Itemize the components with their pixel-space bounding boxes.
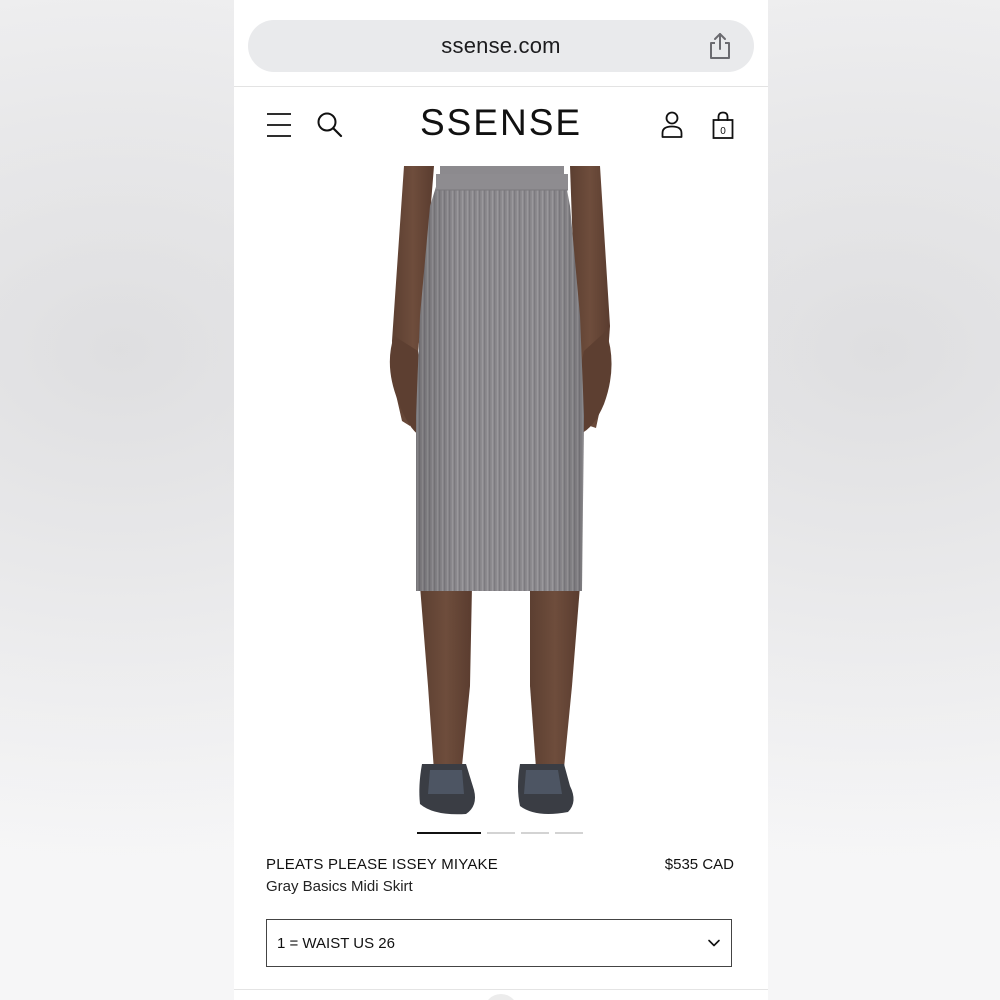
carousel-dot[interactable] (487, 832, 515, 834)
product-image[interactable] (234, 166, 768, 826)
product-name: Gray Basics Midi Skirt (266, 878, 413, 895)
site-header: SSENSE 0 (234, 87, 768, 165)
carousel-dot[interactable] (521, 832, 549, 834)
scroll-handle (484, 994, 518, 1000)
divider (234, 989, 768, 990)
address-bar[interactable]: ssense.com (248, 20, 754, 72)
browser-toolbar: ssense.com (234, 0, 768, 87)
share-icon[interactable] (706, 31, 734, 61)
size-selected-value: 1 = WAIST US 26 (277, 934, 395, 952)
shopping-bag-icon[interactable]: 0 (711, 110, 735, 140)
image-carousel-indicator[interactable] (417, 832, 583, 834)
mobile-browser-screen: ssense.com SSENSE 0 PLEATS PLEASE ISSEY … (234, 0, 768, 1000)
carousel-dot[interactable] (417, 832, 481, 834)
product-brand[interactable]: PLEATS PLEASE ISSEY MIYAKE (266, 856, 498, 873)
cart-count: 0 (720, 126, 726, 137)
url-text: ssense.com (441, 33, 561, 58)
carousel-dot[interactable] (555, 832, 583, 834)
size-select[interactable]: 1 = WAIST US 26 (266, 919, 732, 967)
product-price: $535 CAD (664, 856, 734, 873)
chevron-down-icon (708, 939, 720, 947)
user-icon[interactable] (660, 110, 684, 140)
site-logo[interactable]: SSENSE (234, 102, 768, 144)
